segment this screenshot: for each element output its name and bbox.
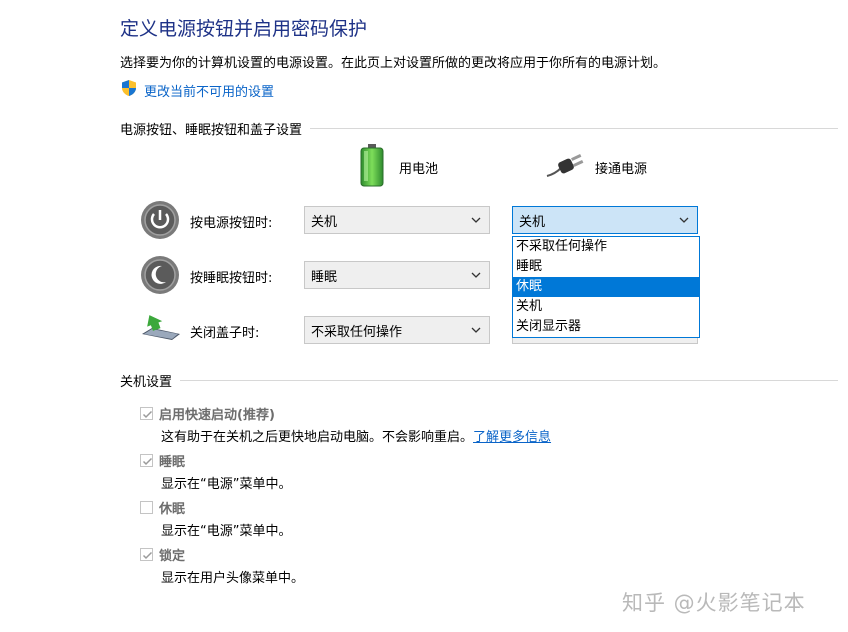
lid-close-label: 关闭盖子时:: [190, 326, 260, 341]
select-value: 关机: [519, 214, 546, 230]
fast-startup-desc-text: 这有助于在关机之后更快地启动电脑。不会影响重启。: [161, 430, 474, 445]
change-unavailable-settings-link[interactable]: 更改当前不可用的设置: [120, 79, 274, 101]
fast-startup-checkbox-row[interactable]: 启用快速启动(推荐): [140, 404, 275, 423]
power-action-dropdown-list[interactable]: 不采取任何操作 睡眠 休眠 关机 关闭显示器: [512, 236, 700, 338]
page-title: 定义电源按钮并启用密码保护: [120, 18, 368, 40]
laptop-lid-icon: [138, 310, 184, 350]
sleep-description: 显示在“电源”菜单中。: [161, 477, 292, 492]
check-icon: [142, 457, 153, 466]
fast-startup-checkbox[interactable]: [140, 407, 153, 420]
uac-shield-icon: [120, 79, 138, 101]
watermark: 知乎 @火影笔记本: [622, 591, 806, 615]
chevron-down-icon: [679, 217, 689, 223]
sleep-button-icon: [140, 255, 180, 299]
hibernate-description: 显示在“电源”菜单中。: [161, 524, 292, 539]
lock-checkbox-row[interactable]: 锁定: [140, 545, 185, 564]
section-divider: [180, 380, 838, 381]
select-value: 关机: [311, 214, 338, 230]
lock-description: 显示在用户头像菜单中。: [161, 571, 305, 586]
power-button-label: 按电源按钮时:: [190, 216, 273, 231]
battery-column-header: 用电池: [399, 162, 439, 177]
hibernate-checkbox-row[interactable]: 休眠: [140, 498, 185, 517]
power-button-icon: [140, 200, 180, 244]
battery-icon: [355, 144, 389, 192]
hibernate-checkbox[interactable]: [140, 501, 153, 514]
shutdown-settings-section-heading: 关机设置: [120, 371, 838, 390]
sleep-checkbox-row[interactable]: 睡眠: [140, 451, 185, 470]
plugged-in-column-header: 接通电源: [595, 162, 648, 177]
sleep-label: 睡眠: [159, 455, 186, 470]
dropdown-option-hibernate[interactable]: 休眠: [513, 277, 699, 297]
page-description: 选择要为你的计算机设置的电源设置。在此页上对设置所做的更改将应用于你所有的电源计…: [120, 56, 667, 71]
lock-checkbox[interactable]: [140, 548, 153, 561]
section-divider: [310, 128, 838, 129]
learn-more-link[interactable]: 了解更多信息: [473, 430, 551, 445]
power-plug-icon: [545, 152, 587, 184]
power-button-plugged-select[interactable]: 关机: [512, 206, 698, 234]
fast-startup-label: 启用快速启动(推荐): [159, 408, 275, 423]
section-heading-label: 关机设置: [120, 375, 173, 390]
sleep-checkbox[interactable]: [140, 454, 153, 467]
fast-startup-description: 这有助于在关机之后更快地启动电脑。不会影响重启。了解更多信息: [161, 426, 551, 445]
chevron-down-icon: [471, 272, 481, 278]
lid-close-battery-select[interactable]: 不采取任何操作: [304, 316, 490, 344]
dropdown-option-sleep[interactable]: 睡眠: [513, 257, 699, 277]
chevron-down-icon: [471, 217, 481, 223]
check-icon: [142, 551, 153, 560]
section-heading-label: 电源按钮、睡眠按钮和盖子设置: [120, 123, 303, 138]
check-icon: [142, 410, 153, 419]
power-button-battery-select[interactable]: 关机: [304, 206, 490, 234]
dropdown-option-shutdown[interactable]: 关机: [513, 297, 699, 317]
chevron-down-icon: [471, 327, 481, 333]
dropdown-option-do-nothing[interactable]: 不采取任何操作: [513, 237, 699, 257]
sleep-button-battery-select[interactable]: 睡眠: [304, 261, 490, 289]
select-value: 不采取任何操作: [311, 324, 403, 340]
select-value: 睡眠: [311, 269, 338, 285]
lock-label: 锁定: [159, 549, 186, 564]
power-buttons-section-heading: 电源按钮、睡眠按钮和盖子设置: [120, 119, 838, 138]
change-link-label: 更改当前不可用的设置: [144, 84, 275, 100]
sleep-button-label: 按睡眠按钮时:: [190, 271, 273, 286]
hibernate-label: 休眠: [159, 502, 186, 517]
dropdown-option-turn-off-display[interactable]: 关闭显示器: [513, 317, 699, 337]
